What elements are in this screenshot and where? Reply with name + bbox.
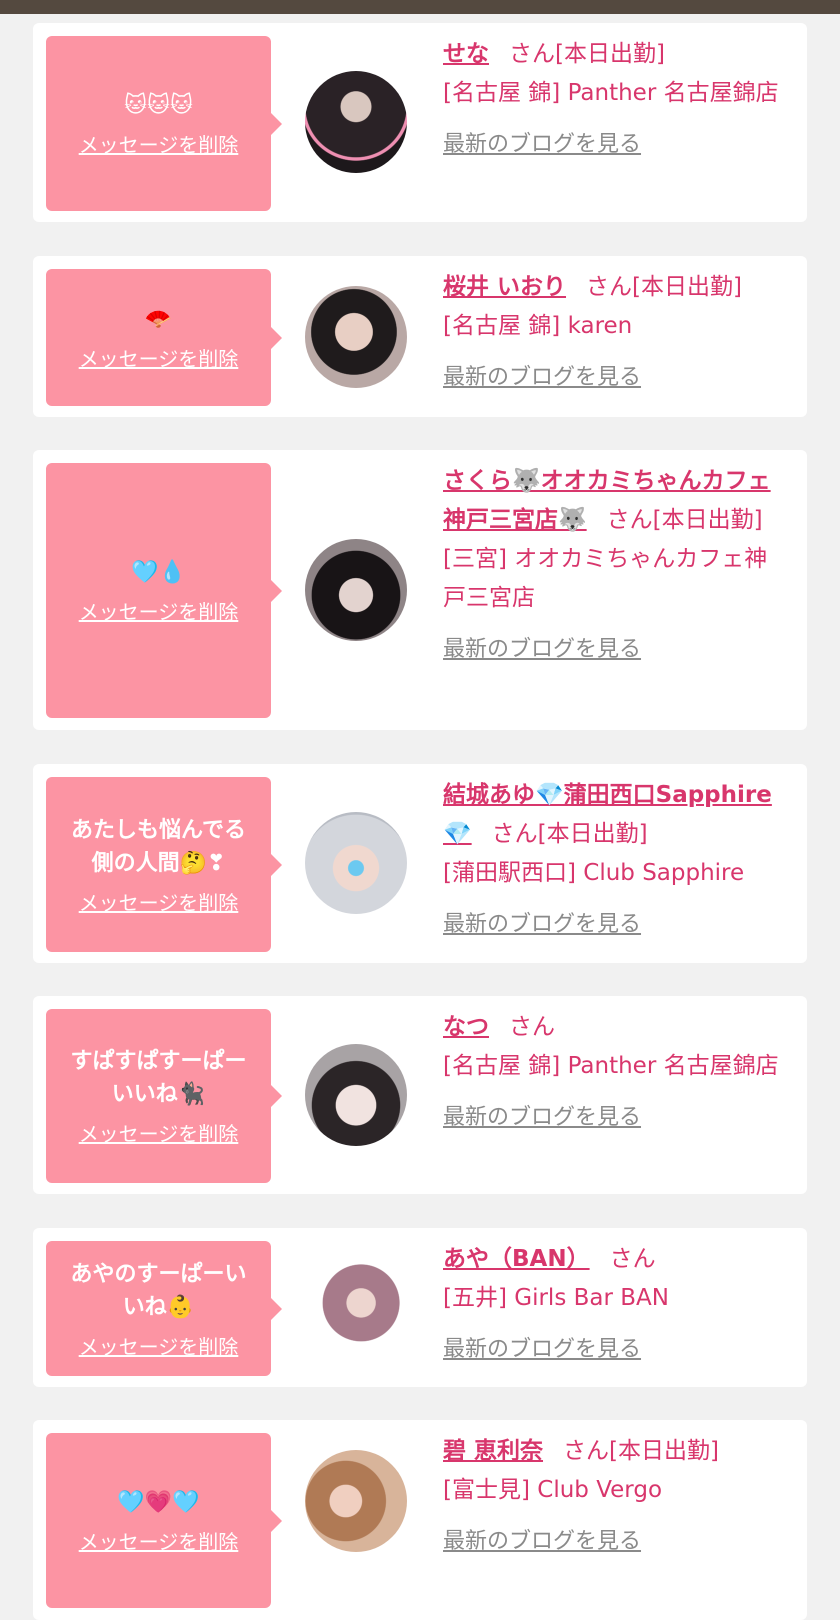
favorite-card: 🪭 メッセージを削除 桜井 いおり さん[本日出勤] [名古屋 錦] karen … — [33, 256, 807, 417]
avatar[interactable] — [305, 286, 407, 388]
san-label: さん — [491, 821, 538, 847]
status-badge: [本日出勤] — [537, 821, 648, 847]
cast-name-link[interactable]: あや（BAN） — [443, 1246, 590, 1272]
cast-info: なつ さん [名古屋 錦] Panther 名古屋錦店 最新のブログを見る — [443, 1008, 788, 1137]
cast-info: あや（BAN） さん [五井] Girls Bar BAN 最新のブログを見る — [443, 1240, 788, 1369]
cast-name-link[interactable]: 桜井 いおり — [443, 274, 566, 300]
blog-link[interactable]: 最新のブログを見る — [443, 125, 641, 164]
blog-link[interactable]: 最新のブログを見る — [443, 630, 641, 669]
delete-message-link[interactable]: メッセージを削除 — [79, 1121, 239, 1147]
blog-link[interactable]: 最新のブログを見る — [443, 1098, 641, 1137]
status-badge: [本日出勤] — [632, 274, 742, 300]
message-text: 🐱🐱🐱 — [124, 93, 193, 118]
san-label: さん — [609, 1246, 656, 1272]
avatar[interactable] — [305, 1257, 407, 1359]
message-bubble: 🩵💗🩵 メッセージを削除 — [46, 1433, 282, 1608]
message-bubble: あたしも悩んでる 側の人間🤔❣ メッセージを削除 — [46, 777, 282, 952]
message-bubble: 🩵💧 メッセージを削除 — [46, 463, 282, 718]
shop-name: [三宮] オオカミちゃんカフェ神戸三宮店 — [443, 546, 768, 611]
favorite-card: 🩵💧 メッセージを削除 さくら🐺オオカミちゃんカフェ神戸三宮店🐺 さん[本日出勤]… — [33, 450, 807, 730]
cast-name-link[interactable]: せな — [443, 41, 489, 67]
delete-message-link[interactable]: メッセージを削除 — [79, 599, 239, 625]
message-text: すぱすぱすーぱー いいね🐈‍⬛ — [70, 1049, 247, 1107]
message-text: 🪭 — [144, 307, 173, 332]
cast-info: せな さん[本日出勤] [名古屋 錦] Panther 名古屋錦店 最新のブログを… — [443, 35, 788, 164]
message-bubble: 🪭 メッセージを削除 — [46, 269, 282, 406]
message-text: あたしも悩んでる 側の人間🤔❣ — [71, 817, 246, 876]
status-badge: [本日出勤] — [555, 41, 665, 67]
shop-name: [富士見] Club Vergo — [443, 1477, 663, 1503]
blog-link[interactable]: 最新のブログを見る — [443, 1522, 641, 1561]
cast-name-link[interactable]: 碧 恵利奈 — [443, 1438, 543, 1464]
message-bubble: 🐱🐱🐱 メッセージを削除 — [46, 36, 282, 211]
delete-message-link[interactable]: メッセージを削除 — [79, 890, 239, 916]
delete-message-link[interactable]: メッセージを削除 — [79, 1529, 239, 1555]
avatar[interactable] — [305, 1044, 407, 1146]
san-label: さん — [563, 1438, 610, 1464]
message-text: 🩵💧 — [131, 560, 186, 585]
top-bar — [0, 0, 840, 14]
shop-name: [名古屋 錦] Panther 名古屋錦店 — [443, 1053, 779, 1079]
san-label: さん — [606, 507, 653, 533]
shop-name: [名古屋 錦] Panther 名古屋錦店 — [443, 80, 779, 106]
cast-info: 結城あゆ💎蒲田西口Sapphire💎 さん[本日出勤] [蒲田駅西口] Club … — [443, 776, 788, 944]
message-bubble: あやのすーぱーい いね👶 メッセージを削除 — [46, 1241, 282, 1376]
favorite-card: 🩵💗🩵 メッセージを削除 碧 恵利奈 さん[本日出勤] [富士見] Club Ve… — [33, 1420, 807, 1620]
favorite-card: あやのすーぱーい いね👶 メッセージを削除 あや（BAN） さん [五井] Gir… — [33, 1228, 807, 1387]
delete-message-link[interactable]: メッセージを削除 — [79, 346, 239, 372]
shop-name: [名古屋 錦] karen — [443, 313, 633, 339]
favorite-card: あたしも悩んでる 側の人間🤔❣ メッセージを削除 結城あゆ💎蒲田西口Sapphi… — [33, 764, 807, 963]
status-badge: [本日出勤] — [652, 507, 763, 533]
delete-message-link[interactable]: メッセージを削除 — [79, 132, 239, 158]
cast-info: 桜井 いおり さん[本日出勤] [名古屋 錦] karen 最新のブログを見る — [443, 268, 788, 397]
san-label: さん — [509, 1014, 555, 1040]
blog-link[interactable]: 最新のブログを見る — [443, 1330, 641, 1369]
blog-link[interactable]: 最新のブログを見る — [443, 358, 641, 397]
avatar[interactable] — [305, 539, 407, 641]
message-text: あやのすーぱーい いね👶 — [70, 1261, 247, 1320]
delete-message-link[interactable]: メッセージを削除 — [79, 1334, 239, 1360]
cast-name-link[interactable]: なつ — [443, 1014, 489, 1040]
favorite-card: 🐱🐱🐱 メッセージを削除 せな さん[本日出勤] [名古屋 錦] Panther … — [33, 23, 807, 222]
san-label: さん — [586, 274, 633, 300]
blog-link[interactable]: 最新のブログを見る — [443, 905, 641, 944]
status-badge: [本日出勤] — [609, 1438, 719, 1464]
avatar[interactable] — [305, 812, 407, 914]
avatar[interactable] — [305, 71, 407, 173]
favorite-card: すぱすぱすーぱー いいね🐈‍⬛ メッセージを削除 なつ さん [名古屋 錦] Pa… — [33, 996, 807, 1194]
cast-info: さくら🐺オオカミちゃんカフェ神戸三宮店🐺 さん[本日出勤] [三宮] オオカミちゃ… — [443, 462, 788, 669]
message-bubble: すぱすぱすーぱー いいね🐈‍⬛ メッセージを削除 — [46, 1009, 282, 1183]
shop-name: [五井] Girls Bar BAN — [443, 1285, 669, 1311]
shop-name: [蒲田駅西口] Club Sapphire — [443, 860, 745, 886]
avatar[interactable] — [305, 1450, 407, 1552]
san-label: さん — [509, 41, 555, 67]
message-text: 🩵💗🩵 — [117, 1490, 200, 1515]
cast-info: 碧 恵利奈 さん[本日出勤] [富士見] Club Vergo 最新のブログを見る — [443, 1432, 788, 1561]
